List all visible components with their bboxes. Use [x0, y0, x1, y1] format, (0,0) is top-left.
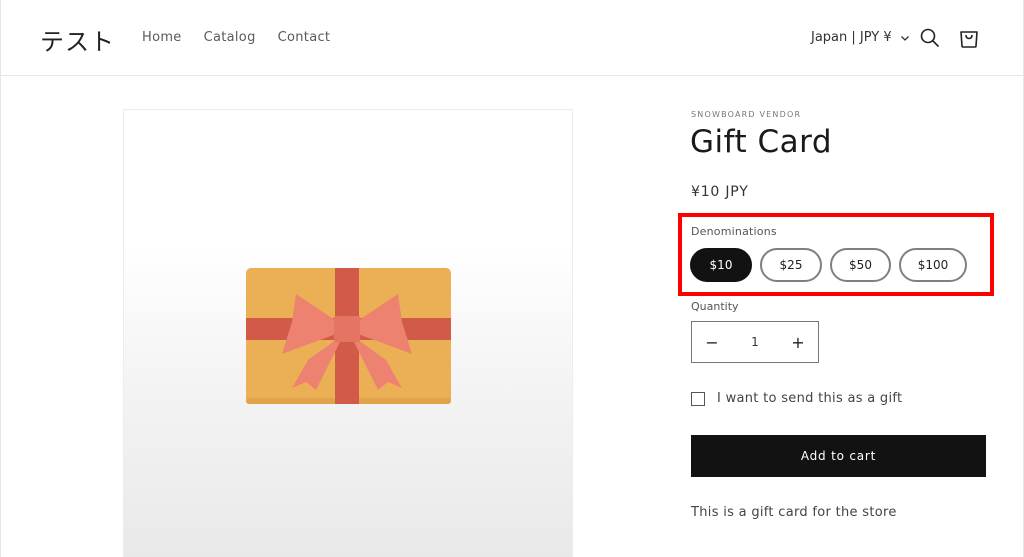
denomination-option-50[interactable]: $50 — [830, 248, 891, 282]
quantity-label: Quantity — [691, 300, 739, 313]
nav-contact[interactable]: Contact — [278, 30, 331, 45]
product-description: This is a gift card for the store — [691, 505, 897, 520]
denomination-option-100[interactable]: $100 — [899, 248, 967, 282]
quantity-input[interactable]: 1 — [732, 335, 778, 349]
quantity-increase-button[interactable]: + — [778, 322, 818, 362]
gift-option: I want to send this as a gift — [691, 391, 902, 406]
chevron-down-icon — [900, 35, 909, 41]
cart-icon[interactable] — [957, 26, 981, 50]
denomination-options: $10 $25 $50 $100 — [690, 248, 975, 282]
currency-selector[interactable]: Japan | JPY ¥ — [811, 30, 910, 45]
main-nav: Home Catalog Contact — [142, 30, 352, 45]
nav-home[interactable]: Home — [142, 30, 182, 45]
product-title: Gift Card — [690, 124, 833, 160]
currency-label: Japan | JPY ¥ — [811, 30, 892, 45]
add-to-cart-button[interactable]: Add to cart — [691, 435, 986, 477]
store-logo[interactable]: テスト — [40, 22, 115, 57]
denomination-option-25[interactable]: $25 — [760, 248, 822, 282]
product-price: ¥10 JPY — [691, 184, 749, 200]
search-icon[interactable] — [919, 27, 941, 49]
gift-card-image — [246, 268, 452, 404]
nav-catalog[interactable]: Catalog — [204, 30, 256, 45]
quantity-stepper: − 1 + — [691, 321, 819, 363]
gift-checkbox-label[interactable]: I want to send this as a gift — [717, 391, 902, 406]
denomination-option-10[interactable]: $10 — [690, 248, 752, 282]
gift-checkbox[interactable] — [691, 391, 705, 406]
quantity-decrease-button[interactable]: − — [692, 322, 732, 362]
site-header: テスト Home Catalog Contact Japan | JPY ¥ — [0, 0, 1024, 76]
product-vendor: SNOWBOARD VENDOR — [691, 110, 802, 119]
product-image[interactable] — [123, 109, 573, 557]
denominations-label: Denominations — [691, 225, 777, 238]
